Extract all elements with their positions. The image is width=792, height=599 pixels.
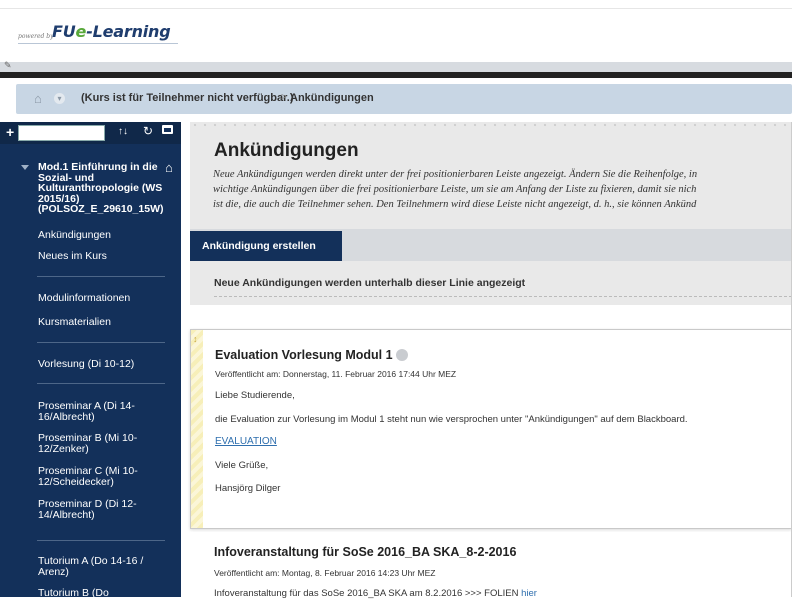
main-content: Ankündigungen Neue Ankündigungen werden … — [190, 122, 792, 599]
menu-search-input[interactable] — [18, 125, 105, 141]
sidebar-item-kursmaterialien[interactable]: Kursmaterialien — [38, 317, 168, 328]
add-menu-item-icon[interactable]: + — [6, 124, 14, 140]
dotted-border — [190, 122, 792, 128]
folder-view-icon[interactable] — [162, 125, 173, 134]
announcement-item: Infoveranstaltung für SoSe 2016_BA SKA_8… — [190, 532, 792, 599]
breadcrumb-separator: > — [281, 92, 287, 103]
dark-bar — [0, 72, 792, 78]
course-title[interactable]: Mod.1 Einführung in die Sozial- und Kult… — [38, 162, 164, 215]
sidebar-item-proseminar-a[interactable]: Proseminar A (Di 14-16/Albrecht) — [38, 401, 153, 422]
page-header: Ankündigungen Neue Ankündigungen werden … — [190, 122, 792, 229]
action-bar: Ankündigung erstellen — [190, 229, 792, 261]
sidebar-item-modulinformationen[interactable]: Modulinformationen — [38, 293, 168, 304]
drag-handle[interactable]: ↕ — [191, 330, 203, 528]
page-description: Neue Ankündigungen werden direkt unter d… — [213, 167, 792, 212]
sidebar-item-neues-im-kurs[interactable]: Neues im Kurs — [38, 251, 168, 262]
announcement-meta: Veröffentlicht am: Montag, 8. Februar 20… — [214, 568, 436, 578]
course-menu-toolbar: + ↑↓ ↻ — [0, 122, 181, 144]
page-description-line: ist die, die auch die Teilnehmer sehen. … — [213, 199, 697, 210]
announcement-line: Liebe Studierende, — [215, 390, 295, 401]
course-menu: + ↑↓ ↻ Mod.1 Einführung in die Sozial- u… — [0, 122, 181, 598]
logo-brand: FUe-Learning — [52, 22, 171, 41]
context-menu-icon[interactable] — [395, 349, 408, 361]
sidebar-item-proseminar-c[interactable]: Proseminar C (Mi 10-12/Scheidecker) — [38, 466, 153, 487]
notice-text: Neue Ankündigungen werden unterhalb dies… — [214, 277, 526, 289]
sidebar-item-vorlesung[interactable]: Vorlesung (Di 10-12) — [38, 359, 168, 370]
announcement-meta: Veröffentlicht am: Donnerstag, 11. Febru… — [215, 369, 457, 379]
refresh-icon[interactable]: ↻ — [143, 124, 153, 138]
sidebar-item-proseminar-d[interactable]: Proseminar D (Di 12-14/Albrecht) — [38, 499, 153, 520]
drag-arrows-icon: ↕ — [193, 334, 198, 344]
breadcrumb-course[interactable]: (Kurs ist für Teilnehmer nicht verfügbar… — [81, 92, 294, 104]
sidebar-divider — [37, 540, 165, 541]
page-title: Ankündigungen — [214, 140, 359, 161]
collapse-triangle-icon[interactable] — [21, 165, 29, 170]
announcement-line: Viele Grüße, — [215, 460, 269, 471]
folien-link[interactable]: hier — [521, 588, 537, 599]
announcement-title[interactable]: Evaluation Vorlesung Modul 1 — [215, 348, 408, 362]
breadcrumb-current: Ankündigungen — [290, 92, 374, 104]
sidebar-divider — [37, 276, 165, 277]
sidebar-divider — [37, 383, 165, 384]
header-top-rule — [0, 8, 792, 9]
sidebar-item-tutorium-a[interactable]: Tutorium A (Do 14-16 / Arenz) — [38, 556, 158, 577]
announcement-line: die Evaluation zur Vorlesung im Modul 1 … — [215, 414, 688, 425]
chevron-down-icon[interactable]: ▾ — [54, 93, 65, 104]
logo-underline — [18, 43, 178, 44]
announcement-signature: Hansjörg Dilger — [215, 483, 281, 494]
page-description-line: wichtige Ankündigungen über die frei pos… — [213, 184, 697, 195]
header: powered by FUe-Learning — [0, 0, 792, 62]
announcement-line: Infoveranstaltung für das SoSe 2016_BA S… — [214, 588, 537, 599]
sidebar-divider — [37, 342, 165, 343]
page-description-line: Neue Ankündigungen werden direkt unter d… — [213, 169, 698, 180]
top-strip: ✎ — [0, 60, 792, 78]
evaluation-link[interactable]: EVALUATION — [215, 436, 277, 447]
notice-dashed-line — [214, 296, 792, 297]
home-icon[interactable]: ⌂ — [34, 91, 42, 106]
sort-icon[interactable]: ↑↓ — [118, 126, 128, 137]
sidebar-item-proseminar-b[interactable]: Proseminar B (Mi 10-12/Zenker) — [38, 433, 153, 454]
new-announcements-notice: Neue Ankündigungen werden unterhalb dies… — [190, 261, 792, 305]
breadcrumb: ⌂ ▾ (Kurs ist für Teilnehmer nicht verfü… — [16, 84, 792, 114]
pin-icon[interactable]: ✎ — [4, 60, 16, 72]
announcement-item: ↕ Evaluation Vorlesung Modul 1 Veröffent… — [190, 329, 792, 529]
logo-powered-by: powered by — [18, 33, 54, 40]
create-announcement-button[interactable]: Ankündigung erstellen — [190, 231, 342, 261]
sidebar-item-ankuendigungen[interactable]: Ankündigungen — [38, 230, 168, 241]
announcement-title[interactable]: Infoveranstaltung für SoSe 2016_BA SKA_8… — [214, 545, 516, 559]
site-logo[interactable]: powered by FUe-Learning — [18, 22, 178, 46]
course-home-icon[interactable]: ⌂ — [165, 160, 173, 175]
